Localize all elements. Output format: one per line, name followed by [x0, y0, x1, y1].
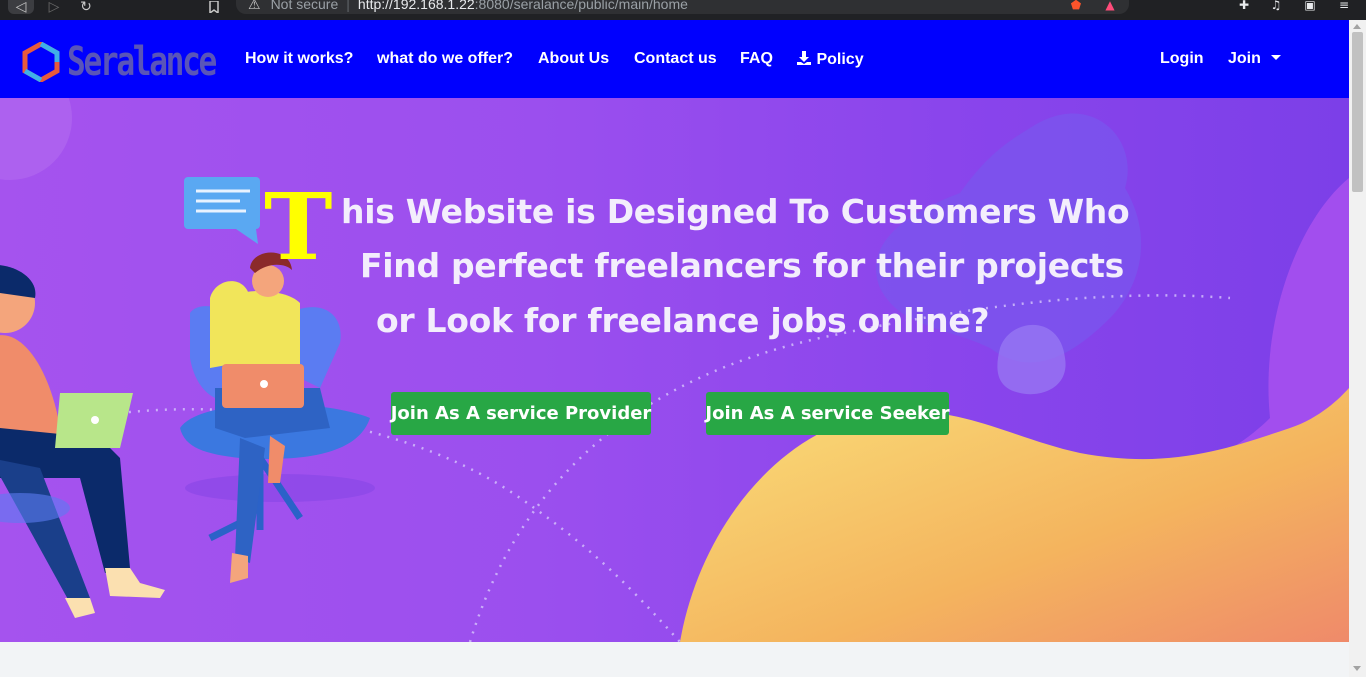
headline-line-1: his Website is Designed To Customers Who	[341, 192, 1130, 231]
wallet-icon[interactable]: ▣	[1302, 0, 1318, 12]
download-icon	[797, 51, 811, 65]
nav-join-label: Join	[1228, 50, 1261, 67]
brave-rewards-icon[interactable]: ▲	[1102, 0, 1118, 12]
join-service-seeker-button[interactable]: Join As A service Seeker	[705, 392, 950, 435]
menu-icon[interactable]: ≡	[1336, 0, 1352, 12]
nav-how-it-works[interactable]: How it works?	[245, 50, 353, 68]
nav-login[interactable]: Login	[1160, 50, 1204, 68]
nav-faq[interactable]: FAQ	[740, 50, 773, 68]
brand-logo[interactable]: Seralance	[21, 39, 237, 85]
back-icon[interactable]: ◁	[8, 0, 34, 15]
extensions-icon[interactable]: ✚	[1236, 0, 1252, 12]
scrollbar-thumb[interactable]	[1352, 32, 1363, 192]
nav-policy[interactable]: Policy	[796, 50, 864, 69]
headline-line-3: or Look for freelance jobs online?	[376, 301, 990, 340]
scroll-up-icon[interactable]	[1353, 24, 1361, 29]
url-path: :8080/seralance/public/main/home	[474, 0, 688, 12]
headline-initial: T	[264, 173, 333, 281]
warning-icon: ⚠	[248, 0, 261, 12]
brand-name: Seralance	[67, 39, 217, 85]
hero-illustration	[0, 98, 1349, 642]
join-service-provider-button[interactable]: Join As A service Provider	[391, 392, 651, 435]
page-scrollbar[interactable]	[1349, 20, 1366, 677]
headline-line-2: Find perfect freelancers for their proje…	[360, 246, 1124, 285]
bookmark-icon[interactable]	[206, 0, 222, 14]
nav-what-we-offer[interactable]: what do we offer?	[377, 50, 513, 68]
address-bar[interactable]: ⚠ Not secure | http://192.168.1.22 :8080…	[236, 0, 1129, 14]
reload-icon[interactable]: ↻	[78, 0, 94, 15]
security-label: Not secure	[270, 0, 339, 12]
hero-section: T his Website is Designed To Customers W…	[0, 98, 1349, 642]
brave-shield-icon[interactable]: ⬟	[1068, 0, 1084, 12]
address-separator: |	[346, 0, 350, 12]
url-host: http://192.168.1.22	[357, 0, 475, 12]
caret-down-icon	[1271, 55, 1282, 60]
browser-toolbar: ◁ ▷ ↻ ⚠ Not secure | http://192.168.1.22…	[0, 0, 1366, 20]
nav-join-dropdown[interactable]: Join	[1228, 50, 1282, 68]
site-navbar: Seralance How it works? what do we offer…	[0, 20, 1349, 98]
logo-icon	[22, 42, 60, 82]
media-icon[interactable]: ♫	[1268, 0, 1284, 12]
nav-policy-label: Policy	[816, 51, 864, 68]
scroll-down-icon[interactable]	[1353, 666, 1361, 671]
forward-icon[interactable]: ▷	[46, 0, 62, 15]
nav-contact-us[interactable]: Contact us	[634, 50, 717, 68]
nav-about-us[interactable]: About Us	[538, 50, 609, 68]
